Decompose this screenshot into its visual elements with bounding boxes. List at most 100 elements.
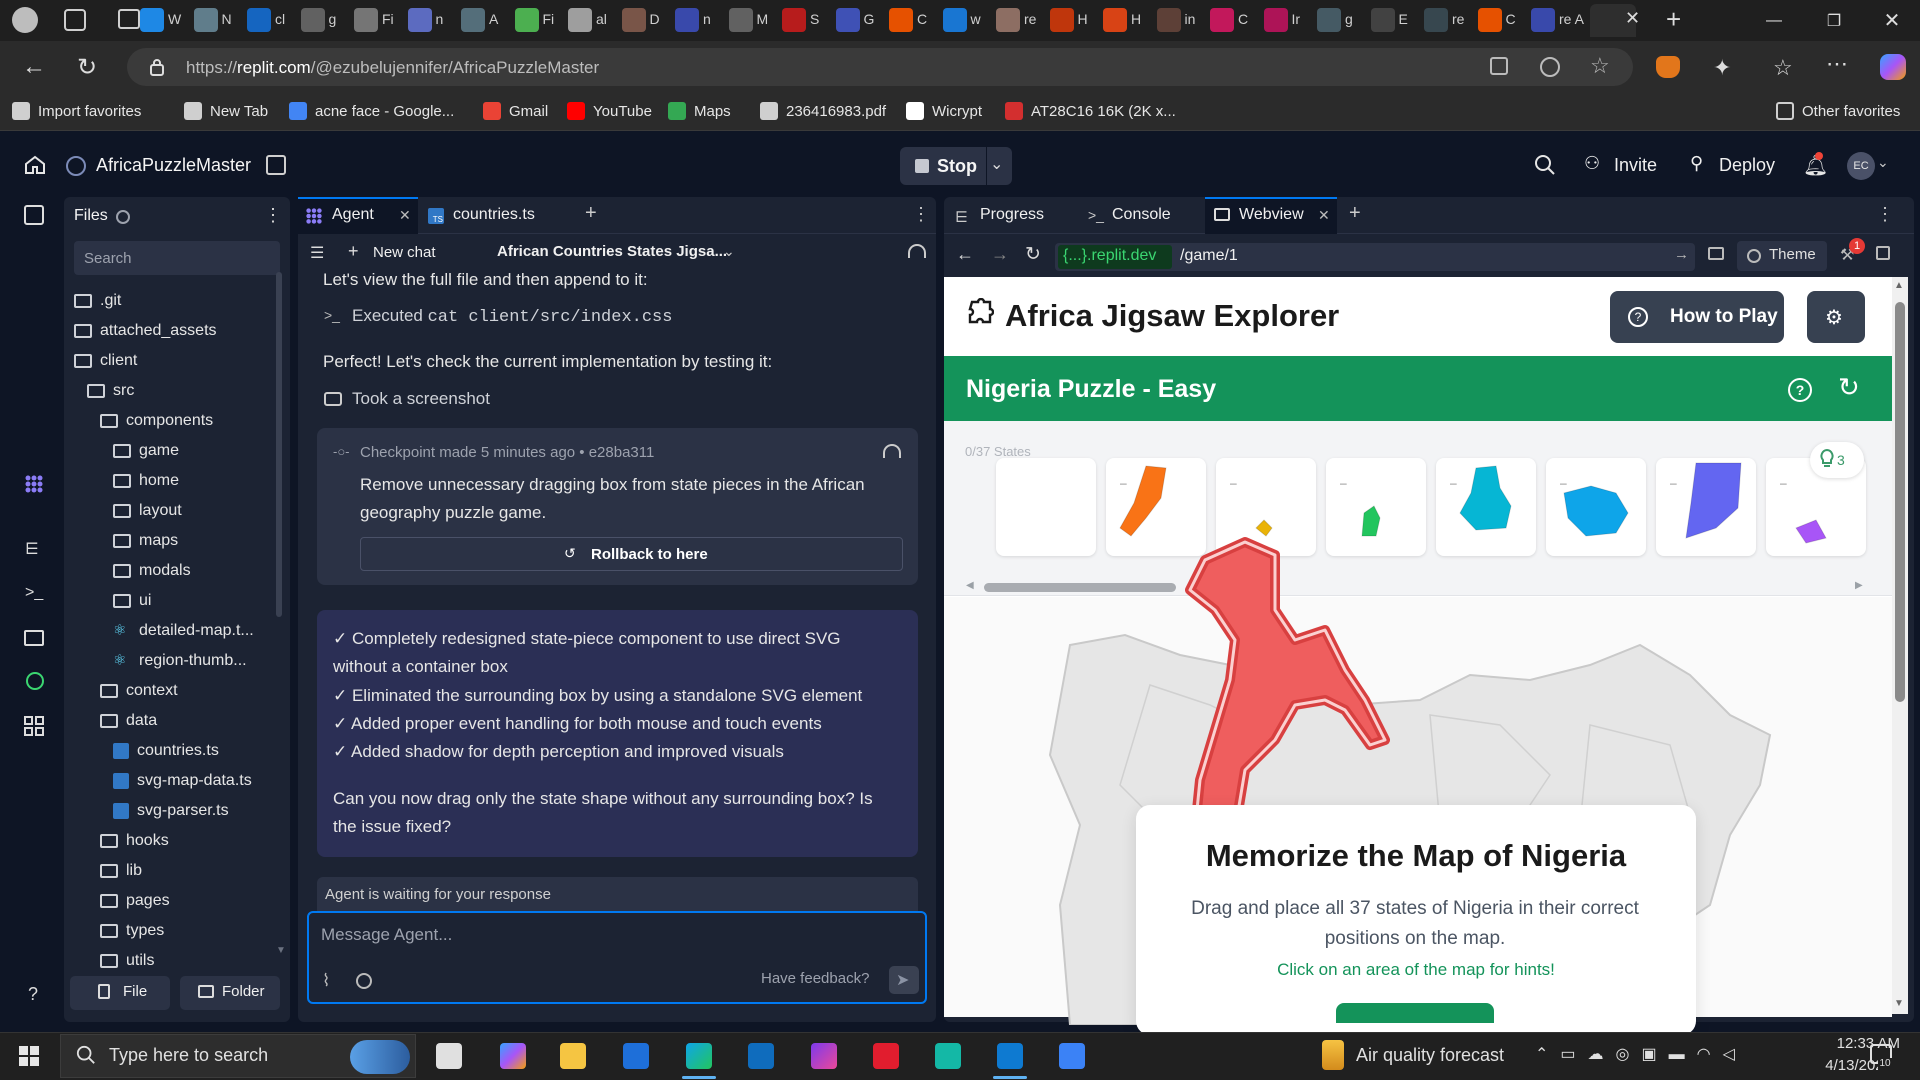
browser-tab-favicon[interactable] — [461, 8, 485, 32]
restart-icon[interactable]: ↻ — [1838, 372, 1860, 403]
copilot-app-icon[interactable] — [500, 1043, 526, 1069]
executed-command[interactable]: Executed cat client/src/index.css — [352, 302, 672, 332]
file-tree-item[interactable]: home — [113, 466, 179, 496]
help-icon[interactable]: ? — [28, 984, 38, 1005]
agent-menu-icon[interactable]: ⋮ — [912, 204, 930, 225]
new-file-button[interactable] — [70, 976, 170, 1010]
browser-tab-title[interactable]: C — [1238, 11, 1248, 27]
close-webview-tab-icon[interactable]: ✕ — [1318, 207, 1330, 224]
state-shape[interactable] — [1436, 458, 1536, 556]
m365-icon[interactable] — [811, 1043, 837, 1069]
file-tree-item[interactable]: lib — [100, 856, 142, 886]
back-icon[interactable]: ← — [22, 53, 46, 81]
tab-console[interactable]: Console — [1112, 206, 1171, 224]
browser-tab-favicon[interactable] — [193, 8, 218, 32]
favorite-link[interactable]: Import favorites — [12, 102, 141, 120]
favorite-link[interactable]: AT28C16 16K (2K x... — [1005, 102, 1176, 120]
close-agent-tab-icon[interactable]: ✕ — [399, 207, 411, 224]
project-info-icon[interactable] — [266, 155, 286, 175]
browser-tab-title[interactable]: A — [489, 11, 498, 27]
state-shape[interactable] — [1546, 458, 1646, 556]
webview-reload-icon[interactable]: ↻ — [1025, 243, 1041, 266]
browser-tab-favicon[interactable] — [1531, 8, 1555, 32]
browser-tab-title[interactable]: S — [810, 11, 819, 27]
state-piece[interactable]: – — [1436, 458, 1536, 556]
task-view-icon[interactable] — [436, 1043, 462, 1069]
store-icon[interactable] — [623, 1043, 649, 1069]
file-tree-item[interactable]: layout — [113, 496, 182, 526]
browser-tab-favicon[interactable] — [1049, 8, 1074, 32]
attach-icon[interactable]: ⌇ — [322, 971, 330, 991]
browser-tab-favicon[interactable] — [1263, 8, 1288, 32]
close-window-icon[interactable]: ✕ — [1864, 0, 1920, 41]
metamask-icon[interactable] — [1656, 56, 1680, 78]
chat-title[interactable]: African Countries States Jigsa... — [497, 243, 727, 260]
outlook-icon[interactable] — [748, 1043, 774, 1069]
file-tree-item[interactable]: ⚛ region-thumb... — [113, 646, 247, 676]
browser-tab-title[interactable]: Fi — [382, 11, 394, 27]
console-rail-icon[interactable]: >_ — [25, 584, 43, 602]
browser-tab-title[interactable]: C — [1506, 11, 1516, 27]
vscode-icon[interactable] — [997, 1043, 1023, 1069]
browser-tab-favicon[interactable] — [728, 8, 753, 32]
copilot-icon[interactable] — [1880, 54, 1906, 80]
windows-start-icon[interactable] — [19, 1046, 39, 1066]
browser-tab-favicon[interactable] — [1370, 8, 1395, 32]
new-tab-icon[interactable]: + — [1666, 4, 1681, 35]
avatar[interactable]: EC — [1847, 152, 1875, 180]
browser-tab-favicon[interactable] — [140, 8, 164, 32]
file-tree-item[interactable]: utils — [100, 946, 154, 976]
file-tree-item[interactable]: pages — [100, 886, 170, 916]
browser-tab-title[interactable]: re — [1452, 11, 1464, 27]
browser-tab-favicon[interactable] — [1156, 8, 1181, 32]
browser-tab-title[interactable]: cl — [275, 11, 285, 27]
open-path-icon[interactable]: → — [1674, 246, 1689, 263]
state-piece[interactable]: – — [1546, 458, 1646, 556]
app-available-icon[interactable] — [1490, 57, 1508, 75]
puzzle-help-icon[interactable]: ? — [1788, 378, 1812, 402]
close-tab-icon[interactable]: ✕ — [1625, 8, 1640, 29]
file-tree-item[interactable]: client — [74, 346, 137, 376]
browser-tab-favicon[interactable] — [1477, 8, 1502, 32]
add-right-tab-icon[interactable]: + — [1349, 202, 1361, 225]
files-scrollbar[interactable] — [276, 272, 282, 617]
file-tree-item[interactable]: game — [113, 436, 179, 466]
checkpoint-speed-icon[interactable] — [883, 444, 901, 458]
browser-tab-title[interactable]: g — [329, 11, 337, 27]
browser-tab-favicon[interactable] — [247, 8, 271, 32]
browser-tab-title[interactable]: C — [917, 11, 927, 27]
tab-actions-icon[interactable] — [118, 9, 140, 29]
screenshot-action[interactable]: Took a screenshot — [352, 385, 490, 413]
dragged-state-piece[interactable] — [1175, 530, 1405, 840]
browser-tab-title[interactable]: M — [757, 11, 769, 27]
chat-title-chevron-icon[interactable]: ⌄ — [723, 243, 735, 260]
browser-tab-title[interactable]: H — [1131, 11, 1141, 27]
right-menu-icon[interactable]: ⋮ — [1876, 204, 1894, 225]
file-tree-item[interactable]: svg-map-data.ts — [113, 766, 252, 796]
browser-tab-title[interactable]: al — [596, 11, 607, 27]
file-explorer-icon[interactable] — [560, 1043, 586, 1069]
browser-tab-title[interactable]: W — [168, 11, 181, 27]
extensions-icon[interactable]: ✦ — [1713, 55, 1731, 81]
favorite-link[interactable]: New Tab — [184, 102, 268, 120]
system-tray-icons[interactable]: ⌃▭☁◎▣▬◠◁ — [1535, 1044, 1747, 1064]
tab-countries-ts[interactable]: countries.ts — [453, 206, 535, 224]
browser-tab-favicon[interactable] — [354, 8, 378, 32]
memorize-hint-link[interactable]: Click on an area of the map for hints! — [1136, 960, 1696, 980]
tab-progress[interactable]: Progress — [980, 206, 1044, 224]
browser-tab-favicon[interactable] — [942, 8, 967, 32]
other-favorites[interactable]: Other favorites — [1776, 102, 1900, 120]
all-tools-icon[interactable] — [24, 716, 44, 736]
browser-tab-favicon[interactable] — [514, 8, 539, 32]
browser-tab-title[interactable]: re — [1024, 11, 1036, 27]
browser-tab-title[interactable]: in — [1185, 11, 1196, 27]
file-tree-item[interactable]: data — [100, 706, 157, 736]
browser-tab-title[interactable]: H — [1078, 11, 1088, 27]
favorite-link[interactable]: YouTube — [567, 102, 652, 120]
search-icon[interactable] — [1534, 154, 1556, 176]
air-quality-widget[interactable]: Air quality forecast — [1356, 1045, 1504, 1066]
files-menu-icon[interactable]: ⋮ — [264, 205, 282, 226]
file-tree-item[interactable]: maps — [113, 526, 178, 556]
devtools-icon[interactable] — [1708, 247, 1724, 260]
file-tree-item[interactable]: src — [87, 376, 134, 406]
